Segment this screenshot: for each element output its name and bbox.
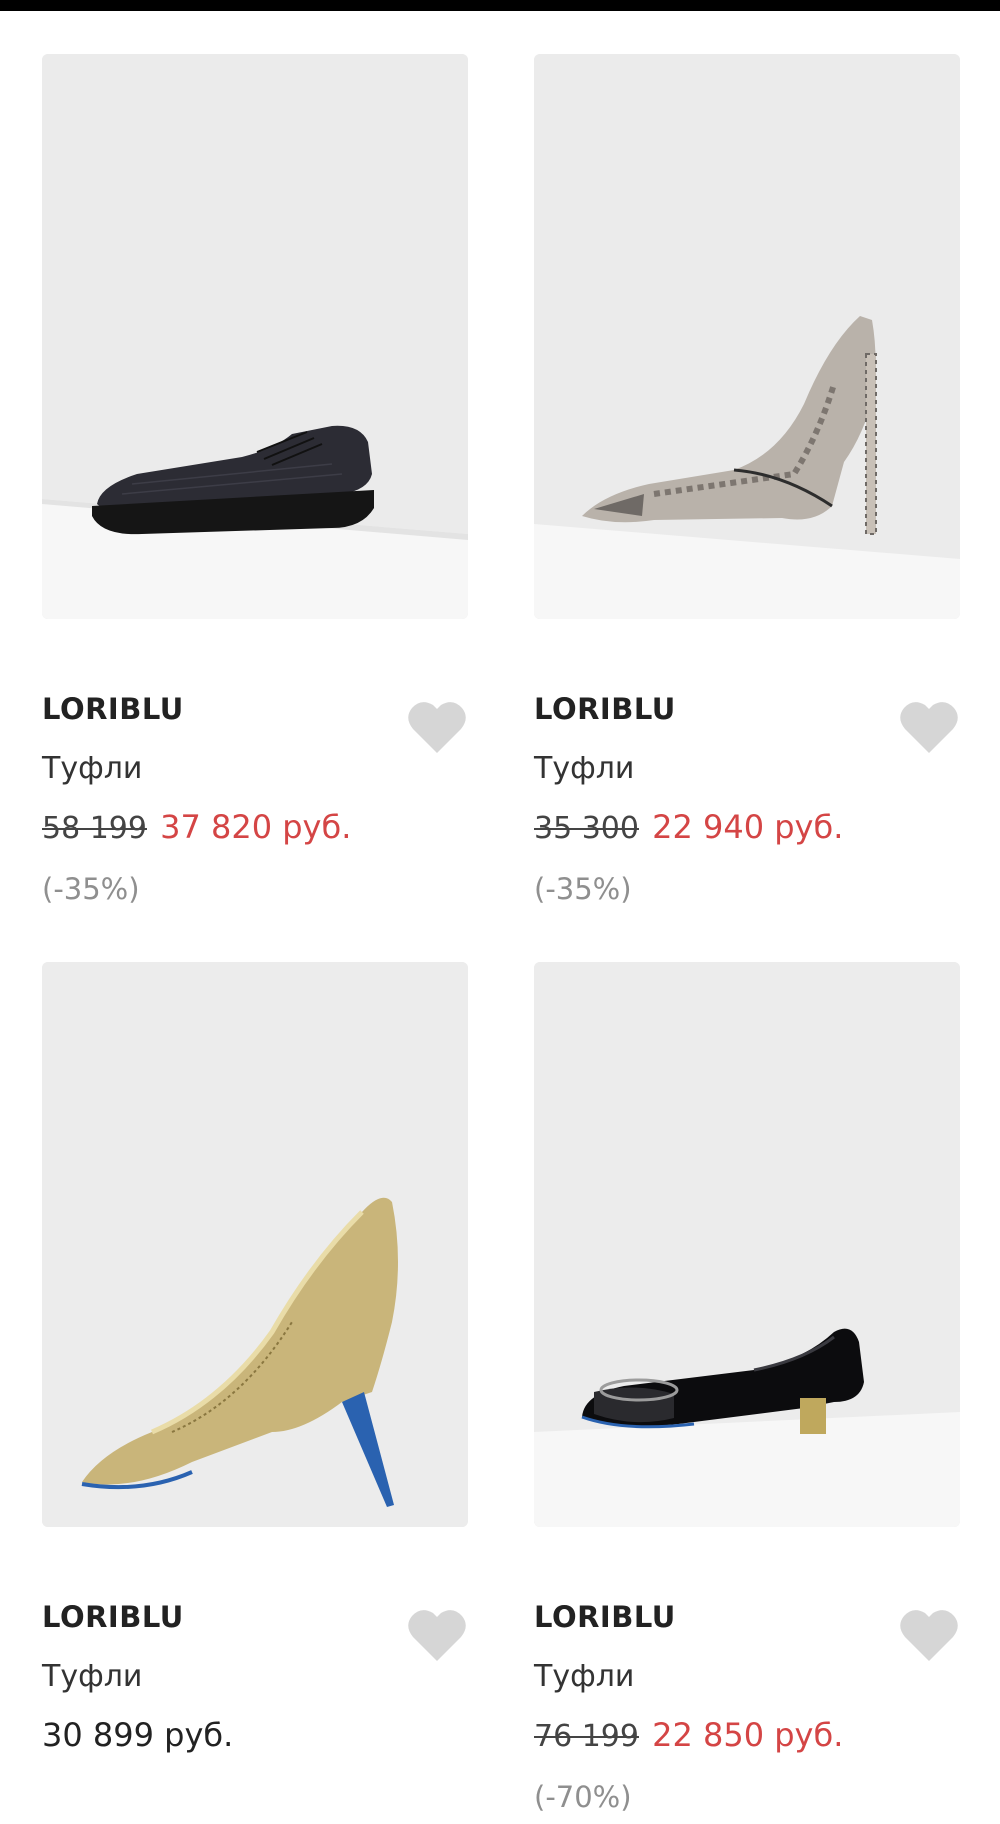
price-block: 58 199 37 820 руб.	[42, 808, 351, 846]
old-price: 76 199	[534, 1719, 639, 1754]
product-category: Туфли	[42, 751, 143, 786]
gold-pump-image	[42, 962, 468, 1527]
patent-flat-image	[534, 962, 960, 1527]
discount-label: (-70%)	[534, 1780, 632, 1814]
product-photo[interactable]	[534, 54, 960, 619]
product-category: Туфли	[534, 1659, 635, 1694]
heart-icon	[900, 1610, 958, 1661]
discount-label: (-35%)	[534, 872, 632, 906]
old-price: 35 300	[534, 811, 639, 846]
product-brand: LORIBLU	[534, 692, 676, 726]
price-block: 76 199 22 850 руб.	[534, 1716, 843, 1754]
sale-price: 22 940 руб.	[652, 808, 844, 846]
snakeskin-pump-image	[534, 54, 960, 619]
heart-icon	[408, 1610, 466, 1661]
product-category: Туфли	[42, 1659, 143, 1694]
price: 30 899 руб.	[42, 1716, 234, 1754]
product-photo[interactable]	[42, 962, 468, 1527]
sale-price: 22 850 руб.	[652, 1716, 844, 1754]
status-bar-edge	[0, 0, 1000, 11]
product-brand: LORIBLU	[42, 1600, 184, 1634]
product-category: Туфли	[534, 751, 635, 786]
product-card[interactable]: LORIBLU Туфли 35 300 22 940 руб. (-35%)	[534, 54, 960, 914]
product-photo[interactable]	[42, 54, 468, 619]
heart-icon	[408, 702, 466, 753]
price-block: 35 300 22 940 руб.	[534, 808, 843, 846]
price-block: 30 899 руб.	[42, 1716, 233, 1754]
product-photo[interactable]	[534, 962, 960, 1527]
favorite-button[interactable]	[898, 699, 960, 757]
product-card[interactable]: LORIBLU Туфли 58 199 37 820 руб. (-35%)	[42, 54, 468, 914]
sale-price: 37 820 руб.	[160, 808, 352, 846]
discount-label: (-35%)	[42, 872, 140, 906]
heart-icon	[900, 702, 958, 753]
product-brand: LORIBLU	[534, 1600, 676, 1634]
product-card[interactable]: LORIBLU Туфли 30 899 руб.	[42, 962, 468, 1822]
favorite-button[interactable]	[898, 1607, 960, 1665]
product-card[interactable]: LORIBLU Туфли 76 199 22 850 руб. (-70%)	[534, 962, 960, 1822]
oxford-shoe-image	[42, 54, 468, 619]
old-price: 58 199	[42, 811, 147, 846]
favorite-button[interactable]	[406, 1607, 468, 1665]
favorite-button[interactable]	[406, 699, 468, 757]
product-brand: LORIBLU	[42, 692, 184, 726]
